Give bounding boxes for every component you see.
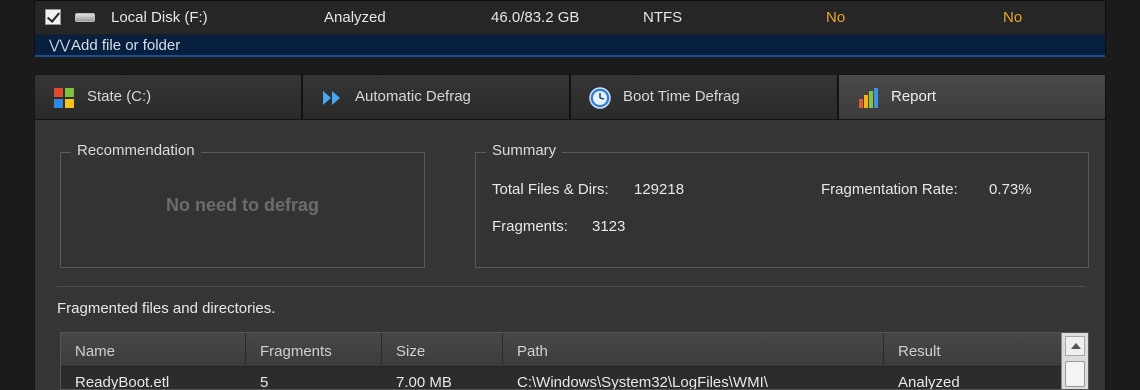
table-row[interactable]: ReadyBoot.etl 5 7.00 MB C:\Windows\Syste… <box>61 369 1061 390</box>
disk-status: Analyzed <box>324 9 386 26</box>
windows-logo-icon <box>54 88 74 108</box>
summary-group: Summary Total Files & Dirs: 129218 Fragm… <box>475 142 1089 268</box>
tab-state-label: State (C:) <box>87 88 152 105</box>
scroll-up-arrow-icon[interactable] <box>1065 336 1085 356</box>
total-files-label: Total Files & Dirs: <box>492 181 609 198</box>
tab-report[interactable]: Report <box>838 74 1106 120</box>
tab-boot-time-defrag[interactable]: Boot Time Defrag <box>570 74 838 120</box>
fragmented-files-title: Fragmented files and directories. <box>57 300 276 317</box>
fragmentation-rate-label: Fragmentation Rate: <box>821 181 958 198</box>
add-file-label: Add file or folder <box>71 37 181 54</box>
fragments-label: Fragments: <box>492 218 568 235</box>
clock-icon <box>589 87 611 109</box>
fragmentation-rate-value: 0.73% <box>989 181 1032 198</box>
table-header: Name Fragments Size Path Result <box>61 333 1061 367</box>
cell-path: C:\Windows\System32\LogFiles\WMI\ <box>517 374 768 390</box>
column-result[interactable]: Result <box>884 333 1061 367</box>
fragments-value: 3123 <box>592 218 626 235</box>
recommendation-message: No need to defrag <box>165 195 319 215</box>
disk-filesystem: NTFS <box>643 9 683 26</box>
disk-size: 46.0/83.2 GB <box>491 9 580 26</box>
disk-col6: No <box>1003 9 1023 26</box>
cell-fragments: 5 <box>260 374 269 390</box>
app-window: Local Disk (F:) Analyzed 46.0/83.2 GB NT… <box>0 0 1140 390</box>
summary-title: Summary <box>486 142 563 159</box>
scroll-thumb[interactable] <box>1065 361 1085 387</box>
tab-automatic-defrag-label: Automatic Defrag <box>355 88 471 105</box>
vertical-scrollbar[interactable] <box>1061 333 1088 389</box>
cell-result: Analyzed <box>898 374 960 390</box>
report-panel: Recommendation No need to defrag Summary… <box>34 120 1106 390</box>
hard-drive-icon <box>75 13 95 22</box>
disk-list: Local Disk (F:) Analyzed 46.0/83.2 GB NT… <box>34 0 1106 57</box>
fragmented-files-table: Name Fragments Size Path Result ReadyBoo… <box>60 332 1089 390</box>
cell-name: ReadyBoot.etl <box>75 374 170 390</box>
recommendation-group: Recommendation No need to defrag <box>60 142 425 268</box>
total-files-value: 129218 <box>634 181 685 198</box>
tab-automatic-defrag[interactable]: Automatic Defrag <box>302 74 570 120</box>
fast-forward-icon <box>323 91 340 105</box>
add-file-or-folder[interactable]: ⋁⋁ Add file or folder <box>35 35 1105 57</box>
tab-report-label: Report <box>891 88 937 105</box>
double-chevron-down-icon: ⋁⋁ <box>49 37 71 52</box>
disk-row[interactable]: Local Disk (F:) Analyzed 46.0/83.2 GB NT… <box>35 1 1105 35</box>
disk-checkbox[interactable] <box>45 9 61 25</box>
disk-name: Local Disk (F:) <box>111 9 208 26</box>
section-divider <box>57 286 1085 287</box>
recommendation-title: Recommendation <box>71 142 201 159</box>
tab-state[interactable]: State (C:) <box>34 74 302 120</box>
cell-size: 7.00 MB <box>396 374 452 390</box>
disk-col5: No <box>826 9 846 26</box>
tab-boot-time-defrag-label: Boot Time Defrag <box>623 88 740 105</box>
column-fragments[interactable]: Fragments <box>246 333 382 367</box>
column-size[interactable]: Size <box>382 333 503 367</box>
column-path[interactable]: Path <box>503 333 884 367</box>
column-name[interactable]: Name <box>61 333 246 367</box>
bar-chart-icon <box>859 88 878 108</box>
tab-bar: State (C:) Automatic Defrag Boot Time De… <box>34 74 1106 120</box>
